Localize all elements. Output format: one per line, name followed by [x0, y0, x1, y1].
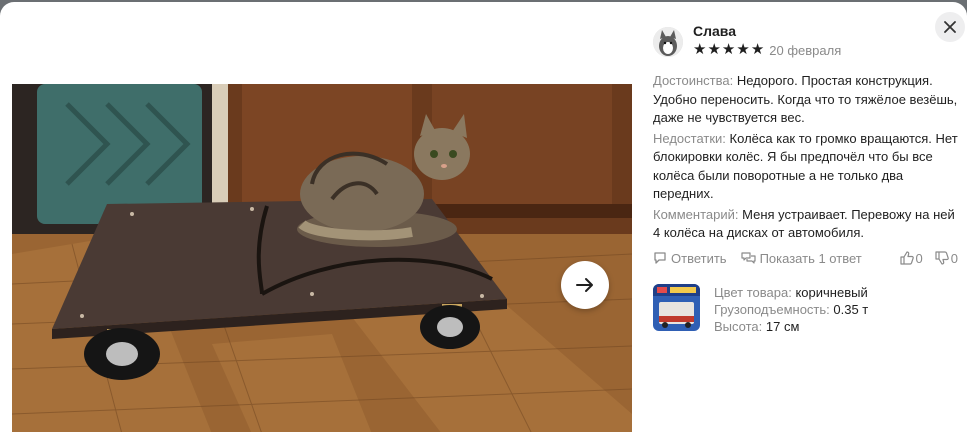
attr-height-key: Высота:	[714, 318, 763, 334]
author-row: Слава ★ ★ ★ ★ ★ 20 февраля	[653, 22, 958, 58]
show-replies-button[interactable]: Показать 1 ответ	[740, 250, 862, 266]
cons-section: Недостатки: Колёса как то громко вращают…	[653, 130, 958, 204]
reply-label: Ответить	[671, 250, 727, 266]
attr-color-value: коричневый	[795, 284, 868, 300]
attr-capacity: Грузоподъемность: 0.35 т	[714, 301, 868, 318]
attr-capacity-value: 0.35 т	[833, 301, 869, 317]
attr-color: Цвет товара: коричневый	[714, 284, 868, 301]
product-thumbnail[interactable]	[653, 283, 700, 331]
attr-color-key: Цвет товара:	[714, 284, 792, 300]
like-button[interactable]: 0	[899, 250, 923, 266]
comments-icon	[740, 252, 756, 264]
comment-icon	[654, 252, 666, 264]
author-name: Слава	[693, 23, 736, 39]
star-icon: ★	[693, 41, 707, 58]
thumb-up-icon	[899, 251, 914, 265]
dislike-count: 0	[950, 250, 958, 266]
thumb-down-icon	[935, 251, 949, 265]
attr-height-value: 17 см	[765, 318, 800, 334]
star-icon: ★	[736, 41, 750, 58]
product-info: Цвет товара: коричневый Грузоподъемность…	[653, 283, 958, 335]
star-icon: ★	[707, 41, 721, 58]
reply-button[interactable]: Ответить	[653, 251, 727, 266]
review-actions: Ответить Показать 1 ответ 0 0	[653, 251, 958, 266]
rating-stars: ★ ★ ★ ★ ★	[693, 42, 765, 58]
show-replies-label: Показать 1 ответ	[759, 250, 862, 266]
cons-label: Недостатки:	[653, 130, 726, 146]
attr-height: Высота: 17 см	[714, 318, 868, 335]
arrow-right-icon	[576, 278, 593, 292]
review-photo	[12, 84, 632, 432]
star-icon: ★	[721, 41, 736, 58]
attr-capacity-key: Грузоподъемность:	[714, 301, 830, 317]
comment-section: Комментарий: Меня устраивает. Перевожу н…	[653, 206, 958, 243]
review-modal: Слава ★ ★ ★ ★ ★ 20 февраля Достоинства: …	[0, 2, 967, 432]
review-date: 20 февраля	[769, 42, 842, 58]
avatar	[653, 27, 683, 57]
review-panel: Слава ★ ★ ★ ★ ★ 20 февраля Достоинства: …	[653, 22, 958, 335]
dislike-button[interactable]: 0	[935, 251, 958, 266]
pros-label: Достоинства:	[653, 73, 734, 88]
star-icon: ★	[750, 41, 765, 58]
pros-section: Достоинства: Недорого. Простая конструкц…	[653, 72, 958, 128]
next-photo-button[interactable]	[561, 261, 609, 309]
like-count: 0	[915, 250, 923, 266]
product-attributes: Цвет товара: коричневый Грузоподъемность…	[714, 284, 868, 335]
comment-label: Комментарий:	[653, 206, 739, 222]
